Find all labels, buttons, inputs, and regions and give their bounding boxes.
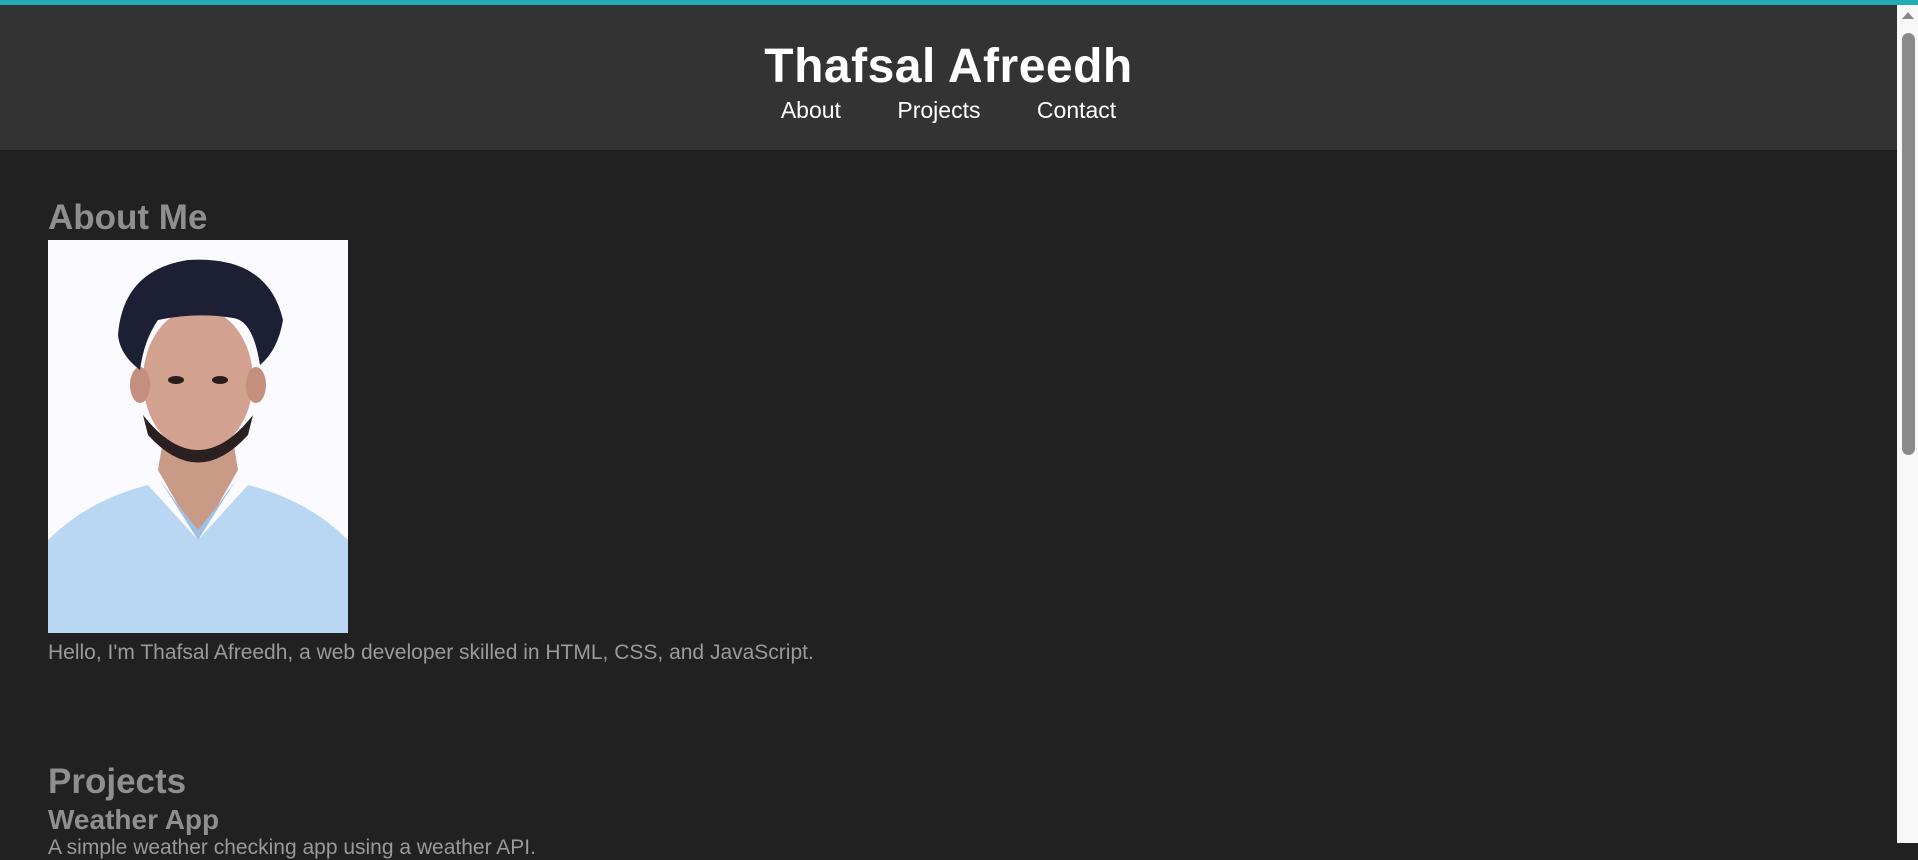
scroll-up-arrow-icon[interactable] (1902, 12, 1914, 19)
nav-link-projects[interactable]: Projects (897, 97, 980, 123)
scrollbar-thumb[interactable] (1902, 33, 1915, 455)
main-nav: About Projects Contact (0, 97, 1897, 124)
site-header: Thafsal Afreedh About Projects Contact (0, 5, 1897, 150)
about-bio: Hello, I'm Thafsal Afreedh, a web develo… (48, 641, 814, 664)
site-title: Thafsal Afreedh (764, 40, 1133, 93)
nav-link-about[interactable]: About (781, 97, 841, 123)
nav-link-contact[interactable]: Contact (1037, 97, 1116, 123)
profile-photo (48, 240, 348, 633)
project-title: Weather App (48, 804, 220, 835)
projects-heading: Projects (48, 762, 187, 801)
vertical-scrollbar[interactable] (1897, 5, 1918, 843)
about-heading: About Me (48, 198, 208, 237)
project-description: A simple weather checking app using a we… (48, 836, 536, 859)
